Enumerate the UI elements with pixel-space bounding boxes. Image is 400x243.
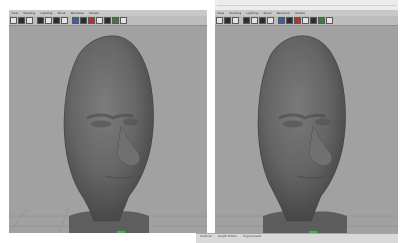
panel-outliner[interactable]: Outliner	[200, 234, 212, 239]
lights-icon[interactable]	[302, 17, 309, 24]
smooth-shade-icon[interactable]	[80, 17, 87, 24]
toolbar-separator	[240, 17, 242, 24]
head-model-front	[9, 35, 207, 233]
panel-graph-editor[interactable]: Graph Editor	[218, 234, 237, 239]
camera-attributes-icon[interactable]	[18, 17, 25, 24]
textured-icon[interactable]	[294, 17, 301, 24]
xray-icon[interactable]	[120, 17, 127, 24]
isolate-icon[interactable]	[318, 17, 325, 24]
right-viewport[interactable]: View Shading Lighting Show Renderer Pane…	[215, 10, 398, 233]
lights-icon[interactable]	[96, 17, 103, 24]
bookmark-icon[interactable]	[26, 17, 33, 24]
film-gate-icon[interactable]	[259, 17, 266, 24]
select-camera-icon[interactable]	[10, 17, 17, 24]
image-plane-icon[interactable]	[37, 17, 44, 24]
resolution-gate-icon[interactable]	[61, 17, 68, 24]
bottom-panel-bar: Outliner Graph Editor Hypershade	[196, 233, 398, 243]
toolbar-separator	[34, 17, 36, 24]
right-viewport-toolbar	[215, 16, 398, 26]
textured-icon[interactable]	[88, 17, 95, 24]
image-plane-icon[interactable]	[243, 17, 250, 24]
wireframe-icon[interactable]	[278, 17, 285, 24]
bookmark-icon[interactable]	[232, 17, 239, 24]
panel-hypershade[interactable]: Hypershade	[243, 234, 261, 239]
wireframe-icon[interactable]	[72, 17, 79, 24]
grid-icon[interactable]	[251, 17, 258, 24]
right-viewport-scene[interactable]	[215, 26, 398, 233]
left-viewport-toolbar	[9, 16, 207, 26]
left-viewport-scene[interactable]	[9, 26, 207, 233]
toolbar-separator	[275, 17, 277, 24]
xray-icon[interactable]	[326, 17, 333, 24]
left-viewport[interactable]: View Shading Lighting Show Renderer Pane…	[9, 10, 207, 233]
shadows-icon[interactable]	[104, 17, 111, 24]
head-model-smooth	[215, 35, 398, 233]
camera-attributes-icon[interactable]	[224, 17, 231, 24]
shadows-icon[interactable]	[310, 17, 317, 24]
film-gate-icon[interactable]	[53, 17, 60, 24]
grid-icon[interactable]	[45, 17, 52, 24]
smooth-shade-icon[interactable]	[286, 17, 293, 24]
select-camera-icon[interactable]	[216, 17, 223, 24]
divider	[217, 5, 396, 6]
toolbar-separator	[69, 17, 71, 24]
resolution-gate-icon[interactable]	[267, 17, 274, 24]
isolate-icon[interactable]	[112, 17, 119, 24]
right-viewport-title-strip	[215, 0, 398, 10]
